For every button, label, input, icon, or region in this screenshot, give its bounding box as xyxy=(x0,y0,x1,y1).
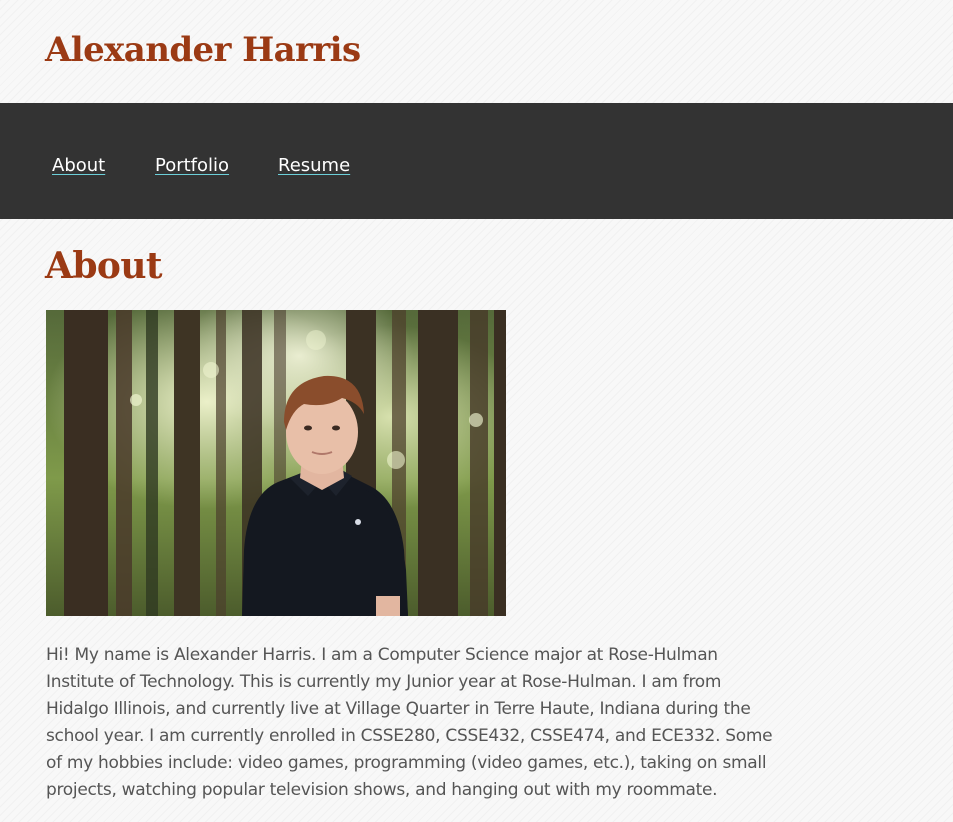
profile-photo-illustration xyxy=(46,310,506,616)
main-nav: About Portfolio Resume xyxy=(0,103,953,219)
nav-link-about[interactable]: About xyxy=(52,153,105,179)
site-header: Alexander Harris xyxy=(0,0,953,103)
nav-link-resume[interactable]: Resume xyxy=(278,153,350,179)
profile-photo xyxy=(46,310,506,616)
bio-paragraph: Hi! My name is Alexander Harris. I am a … xyxy=(46,645,773,800)
nav-link-portfolio[interactable]: Portfolio xyxy=(155,153,229,179)
site-title: Alexander Harris xyxy=(45,30,361,70)
about-heading: About xyxy=(45,245,163,287)
